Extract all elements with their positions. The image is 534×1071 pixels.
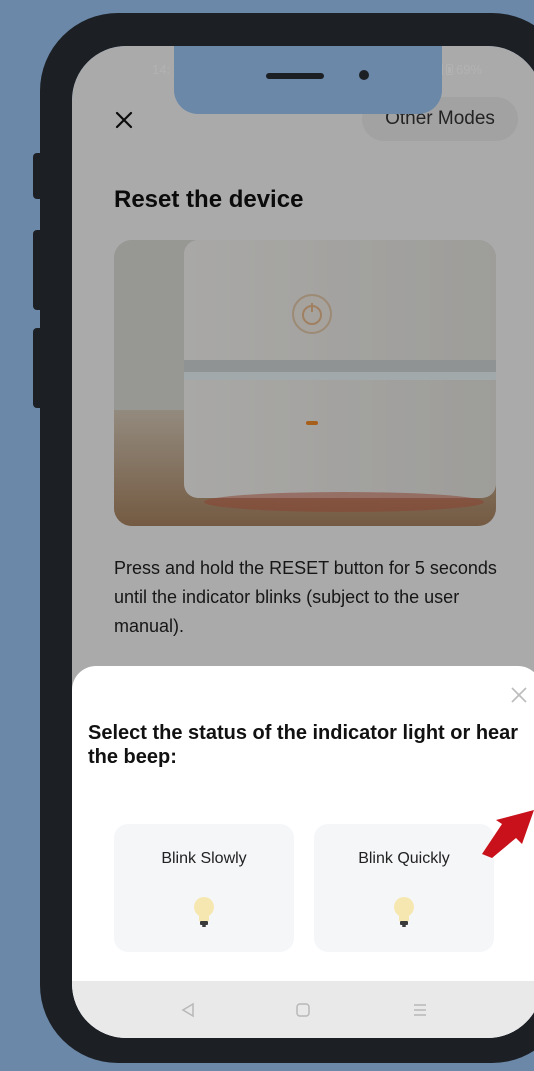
front-camera <box>359 70 369 80</box>
battery-level: 69% <box>456 62 483 77</box>
bulb-icon <box>194 897 214 927</box>
reset-instructions: Press and hold the RESET button for 5 se… <box>114 558 497 636</box>
nav-menu-button[interactable] <box>407 997 433 1023</box>
close-icon <box>115 111 133 129</box>
device-photo <box>114 240 496 526</box>
pointer-arrow-icon <box>482 810 534 858</box>
blink-slowly-option[interactable]: Blink Slowly <box>114 824 294 952</box>
page-title: Reset the device <box>114 186 304 213</box>
close-button[interactable] <box>108 104 140 136</box>
phone-frame: 14: 69% Other Modes Reset the device Pre… <box>40 13 534 1063</box>
bulb-icon <box>394 897 414 927</box>
sheet-title: Select the status of the indicator light… <box>88 722 519 768</box>
status-time: 14: <box>152 62 171 77</box>
nav-back-button[interactable] <box>175 997 201 1023</box>
speaker-slot <box>266 73 324 79</box>
close-icon <box>511 687 527 703</box>
phone-screen: 14: 69% Other Modes Reset the device Pre… <box>72 46 534 1038</box>
option-label: Blink Quickly <box>358 850 450 867</box>
blink-quickly-option[interactable]: Blink Quickly <box>314 824 494 952</box>
canvas: 14: 69% Other Modes Reset the device Pre… <box>0 0 534 1071</box>
sheet-close-button[interactable] <box>506 682 532 708</box>
system-nav-bar <box>72 981 534 1038</box>
phone-notch <box>174 46 442 114</box>
battery-icon <box>446 64 453 75</box>
app-screen: 14: 69% Other Modes Reset the device Pre… <box>72 46 534 1038</box>
home-square-icon <box>296 1003 310 1017</box>
nav-home-button[interactable] <box>290 997 316 1023</box>
option-label: Blink Slowly <box>161 850 247 867</box>
menu-lines-icon <box>414 1004 426 1016</box>
back-triangle-icon <box>181 1002 194 1018</box>
